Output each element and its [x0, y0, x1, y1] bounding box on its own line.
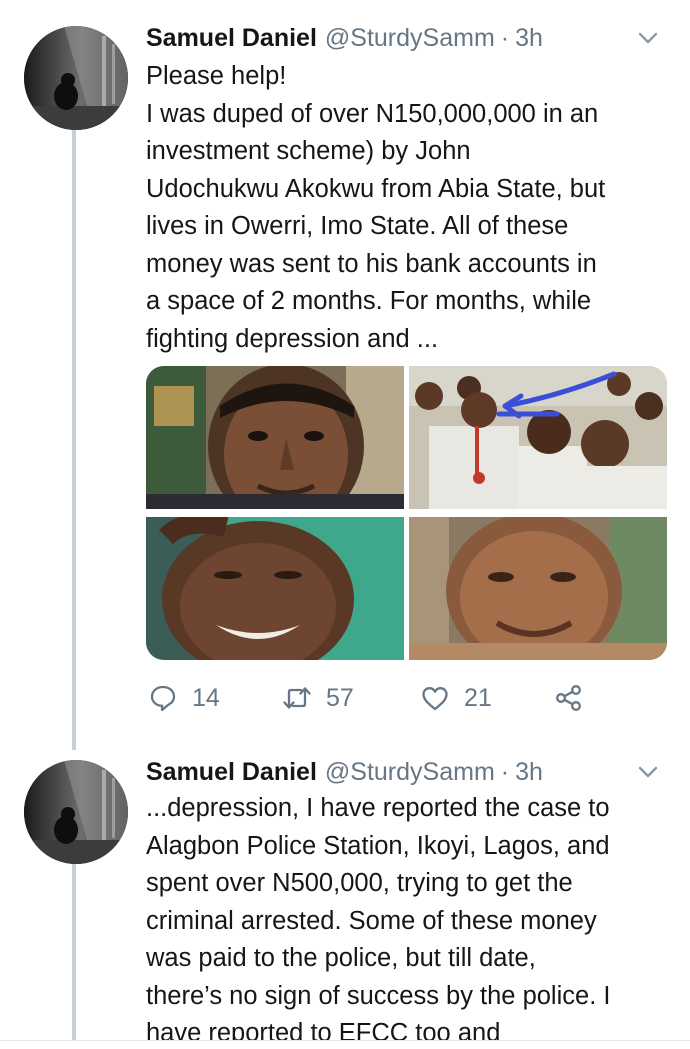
tweet-text-line: fighting depression and ... — [146, 324, 439, 353]
retweet-count: 57 — [326, 683, 354, 712]
separator-dot: · — [500, 757, 510, 786]
media-photo-3[interactable] — [146, 517, 404, 660]
author-handle[interactable]: @SturdySamm — [325, 24, 495, 53]
bottom-cutoff — [0, 1040, 690, 1049]
author-name[interactable]: Samuel Daniel — [146, 24, 317, 53]
tweet-text-line: Alagbon Police Station, Ikoyi, Lagos, an… — [146, 831, 610, 860]
tweet-text-line: spent over N500,000, trying to get the — [146, 869, 573, 897]
tweet-text: ...depression, I have reported the case … — [146, 790, 676, 1049]
media-photo-1[interactable] — [146, 366, 404, 509]
divider — [0, 1040, 690, 1041]
share-button[interactable] — [554, 676, 584, 720]
heart-icon — [422, 687, 448, 711]
tweet-text-line: there’s no sign of success by the police… — [146, 981, 611, 1010]
tweet-text-line: money was sent to his bank accounts in — [146, 249, 597, 278]
thread-connector-line — [72, 862, 76, 1049]
reply-button[interactable]: 14 — [148, 676, 220, 720]
chevron-down-icon[interactable] — [634, 24, 662, 52]
chevron-down-icon[interactable] — [634, 758, 662, 786]
tweet-text-line: I was duped of over N150,000,000 in an — [146, 99, 599, 128]
media-photo-2[interactable] — [409, 366, 667, 509]
tweet-timestamp[interactable]: 3h — [515, 24, 543, 53]
tweet-header: Samuel Daniel @SturdySamm · 3h — [146, 20, 666, 56]
author-handle[interactable]: @SturdySamm — [325, 758, 495, 787]
tweet-text-line: a space of 2 months. For months, while — [146, 287, 592, 315]
tweet-text-line: Udochukwu Akokwu from Abia State, but — [146, 174, 606, 203]
speech-bubble-icon — [150, 685, 176, 712]
like-button[interactable]: 21 — [420, 676, 492, 720]
retweet-arrows-icon — [283, 687, 311, 709]
tweet-text-line: lives in Owerri, Imo State. All of these — [146, 212, 569, 240]
tweet-text-line: investment scheme) by John — [146, 137, 471, 165]
media-photo-4[interactable] — [409, 517, 667, 660]
reply-count: 14 — [192, 683, 220, 712]
avatar[interactable] — [24, 26, 128, 130]
tweet-timestamp[interactable]: 3h — [515, 758, 543, 787]
tweet-text: Please help! I was duped of over N150,00… — [146, 58, 676, 358]
tweet-header: Samuel Daniel @SturdySamm · 3h — [146, 754, 666, 790]
author-name[interactable]: Samuel Daniel — [146, 758, 317, 787]
tweet-text-line: criminal arrested. Some of these money — [146, 906, 597, 935]
avatar[interactable] — [24, 760, 128, 864]
tweet-actions: 14 57 21 — [146, 676, 646, 720]
like-count: 21 — [464, 683, 492, 712]
share-nodes-icon — [556, 685, 581, 711]
tweet-text-line: ...depression, I have reported the case … — [146, 794, 610, 822]
thread-connector-line — [72, 130, 76, 750]
retweet-button[interactable]: 57 — [282, 676, 354, 720]
tweet-text-line: was paid to the police, but till date, — [146, 944, 536, 972]
media-grid — [146, 366, 667, 660]
separator-dot: · — [500, 23, 510, 52]
tweet-text-line: Please help! — [146, 62, 287, 90]
